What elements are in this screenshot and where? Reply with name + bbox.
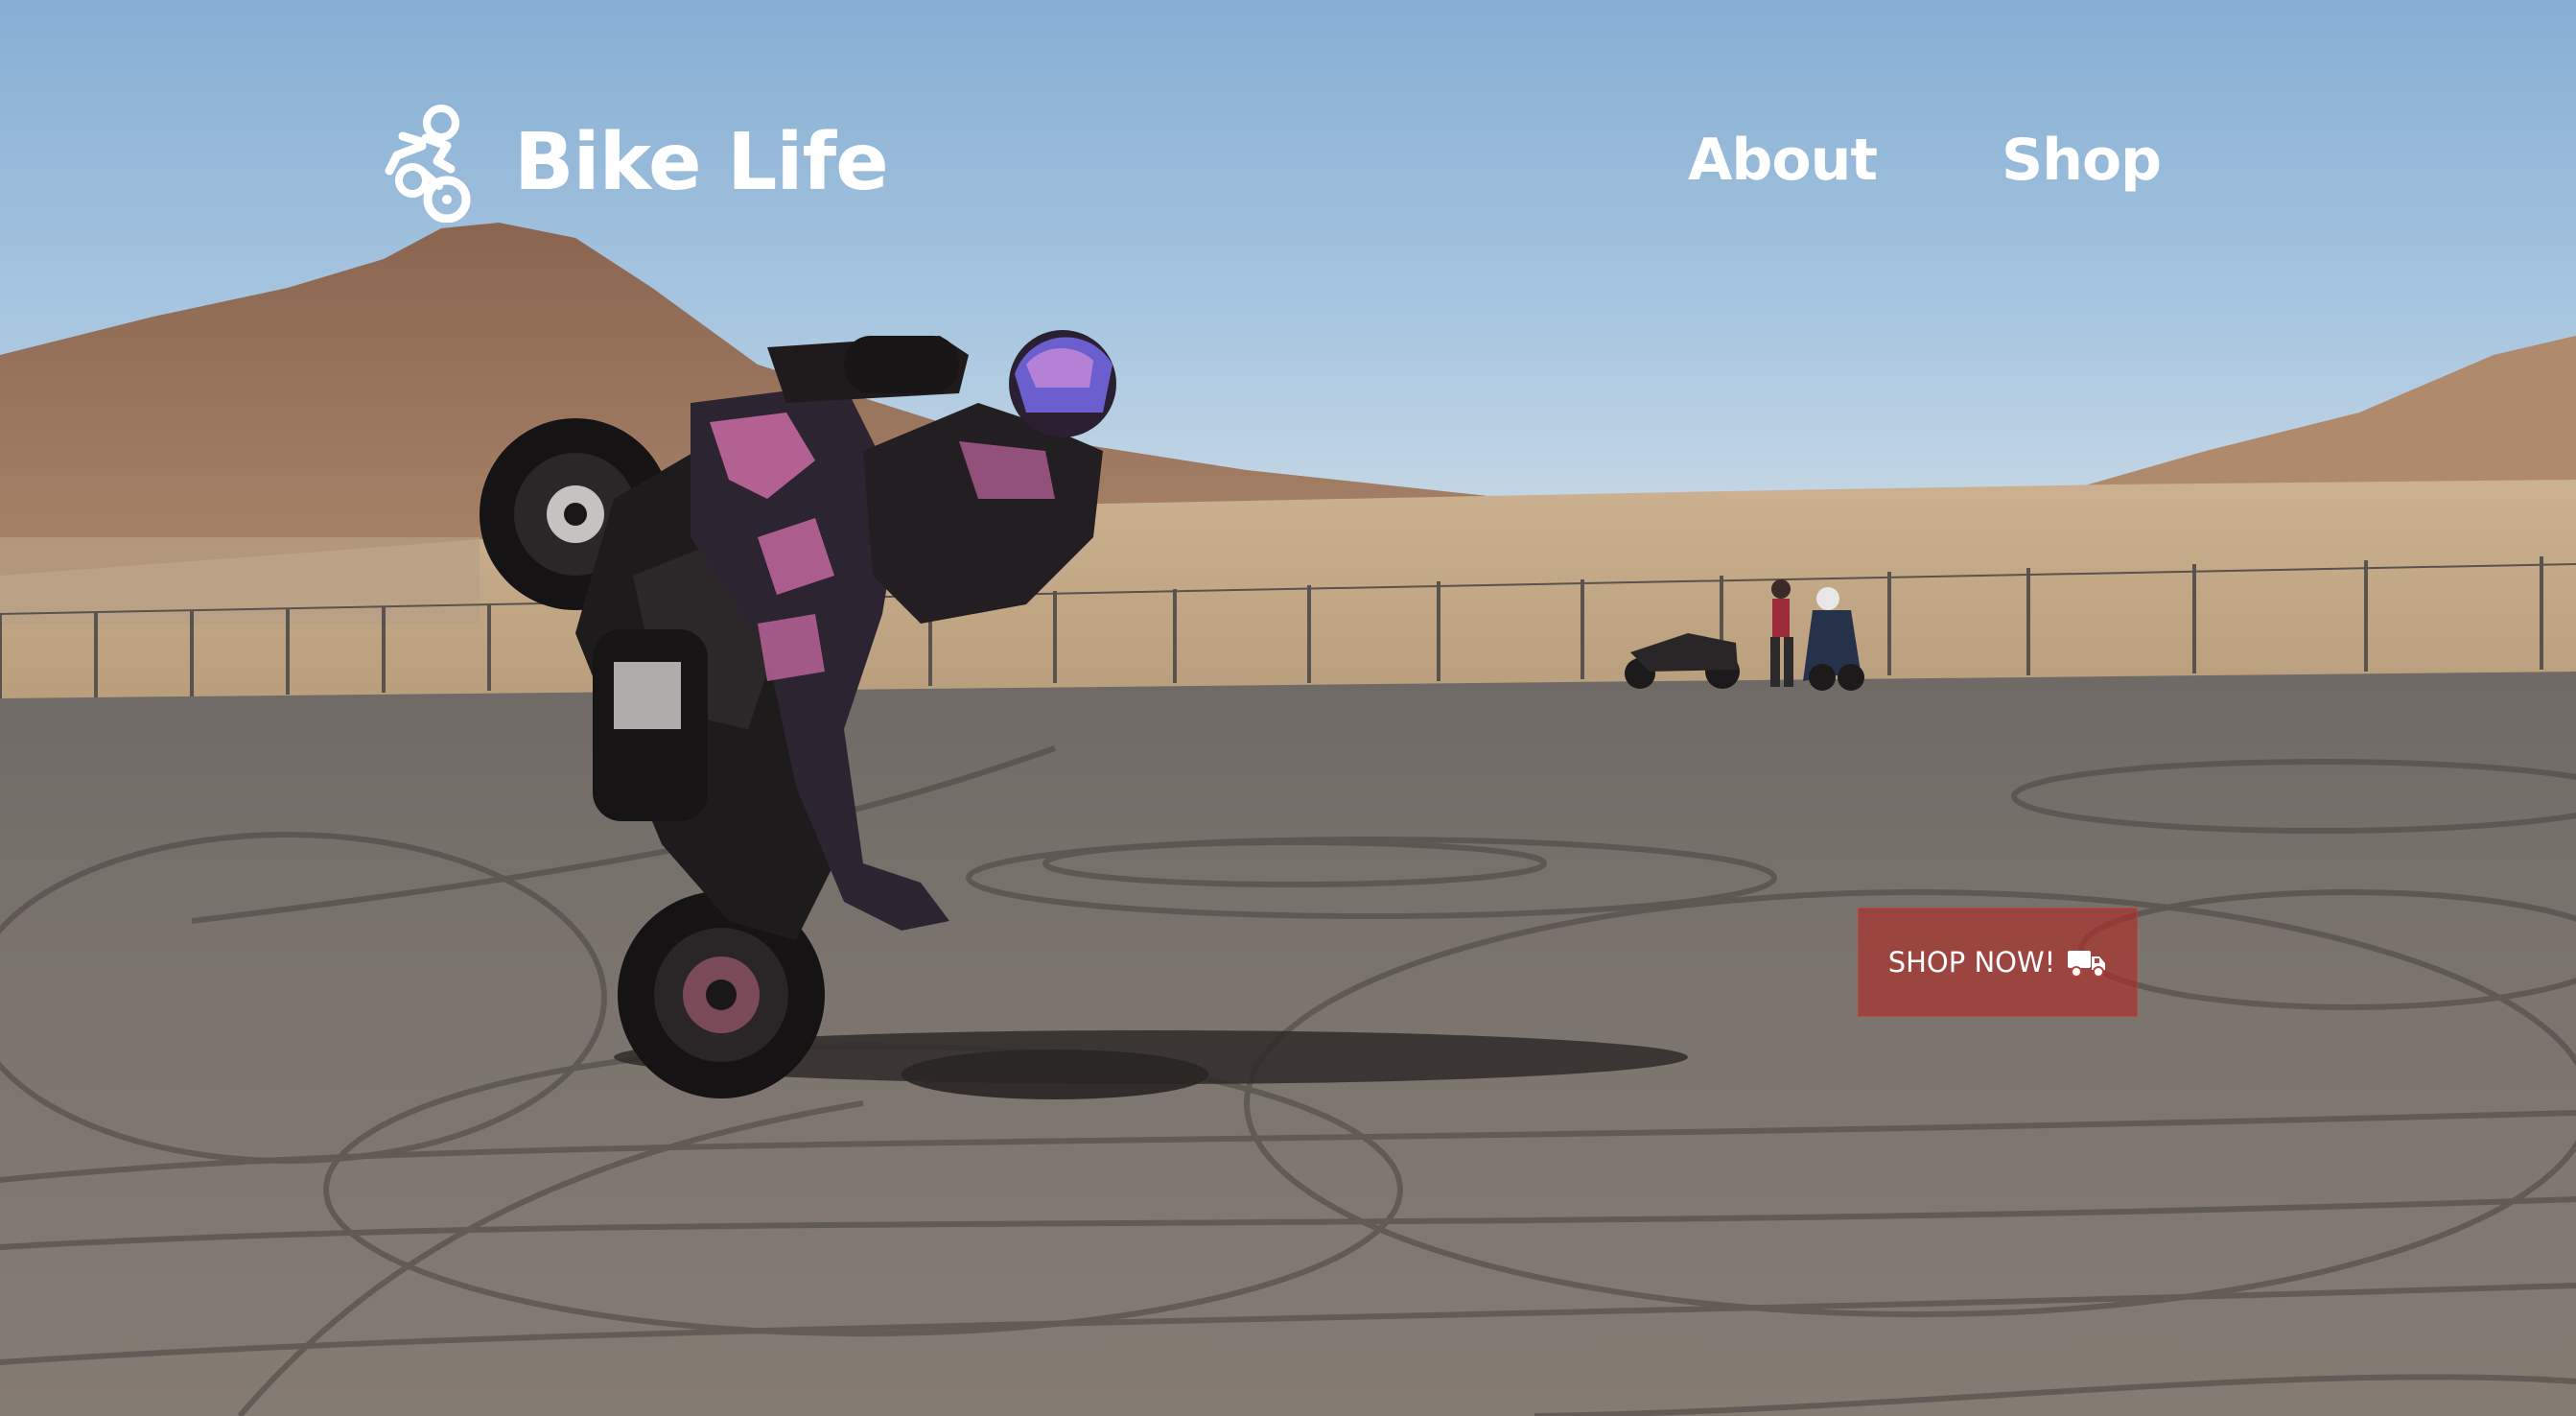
shop-now-button[interactable]: SHOP NOW!	[1858, 908, 2138, 1017]
hero-page: Bike Life About Shop SHOP NOW!	[0, 0, 2576, 1416]
truck-icon	[2068, 951, 2106, 978]
nav-link-about[interactable]: About	[1688, 127, 1878, 194]
motorcycle-rider-logo-icon	[385, 105, 471, 223]
shop-now-label: SHOP NOW!	[1887, 946, 2056, 979]
brand-logo-link[interactable]: Bike Life	[384, 104, 889, 223]
brand-name: Bike Life	[514, 117, 889, 208]
nav-link-shop[interactable]: Shop	[2002, 127, 2162, 194]
main-nav: About Shop	[1688, 127, 2162, 194]
